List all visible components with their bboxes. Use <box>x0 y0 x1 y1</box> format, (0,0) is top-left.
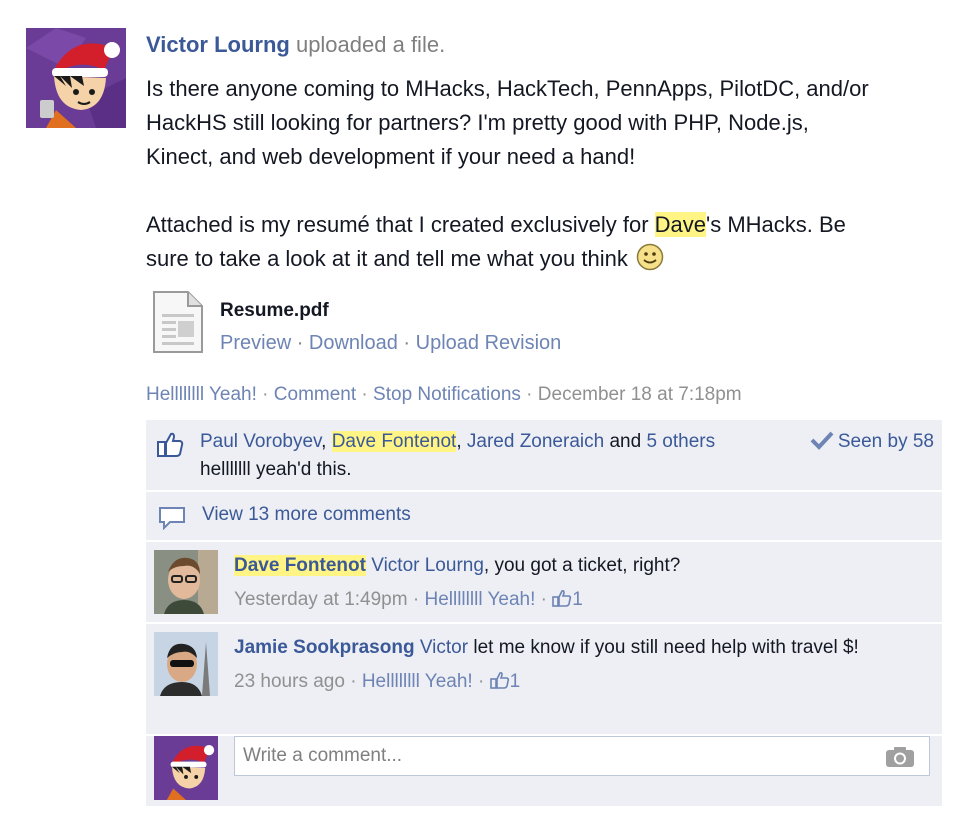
post-timestamp[interactable]: December 18 at 7:18pm <box>538 384 742 405</box>
comment-timestamp[interactable]: Yesterday at 1:49pm <box>234 589 408 610</box>
post-message: Is there anyone coming to MHacks, HackTe… <box>146 72 954 276</box>
feedback-panel: Paul Vorobyev, Dave Fontenot, Jared Zone… <box>146 420 942 806</box>
view-more-comments-link[interactable]: View 13 more comments <box>202 504 411 526</box>
thumbs-up-icon <box>157 432 184 457</box>
commenter-avatar[interactable] <box>154 550 218 614</box>
comment-item: Dave Fontenot Victor Lourng, you got a t… <box>146 542 942 624</box>
current-user-avatar[interactable] <box>154 736 218 800</box>
highlighted-mention: Dave <box>654 212 707 237</box>
comment-item: Jamie Sookprasong Victor let me know if … <box>146 624 942 736</box>
mention-link[interactable]: Victor Lourng <box>371 555 484 576</box>
post-text-line: HackHS still looking for partners? I'm p… <box>146 110 809 135</box>
comment-timestamp[interactable]: 23 hours ago <box>234 671 345 692</box>
comment-meta: 23 hours ago · Hellllllll Yeah! · 1 <box>234 671 521 692</box>
liker-link[interactable]: Jared Zoneraich <box>467 431 604 452</box>
liker-link[interactable]: Paul Vorobyev <box>200 431 321 452</box>
smiley-emoticon-icon <box>636 243 664 271</box>
comment-input[interactable] <box>235 737 891 775</box>
liker-link[interactable]: Dave Fontenot <box>331 431 457 452</box>
upload-revision-link[interactable]: Upload Revision <box>416 332 562 354</box>
post-action-text: uploaded a file. <box>295 32 446 57</box>
others-link[interactable]: 5 others <box>646 431 715 452</box>
preview-link[interactable]: Preview <box>220 332 291 354</box>
post-actions: Hellllllll Yeah! · Comment · Stop Notifi… <box>146 384 742 405</box>
stop-notifications-link[interactable]: Stop Notifications <box>373 384 521 405</box>
post-text-line: sure to take a look at it and tell me wh… <box>146 242 954 276</box>
comment-body: Jamie Sookprasong Victor let me know if … <box>234 634 914 696</box>
comment-meta: Yesterday at 1:49pm · Hellllllll Yeah! ·… <box>234 589 583 610</box>
comment-like-link[interactable]: Hellllllll Yeah! <box>424 589 535 610</box>
file-actions: Preview · Download · Upload Revision <box>220 332 562 354</box>
camera-icon[interactable] <box>885 746 915 768</box>
write-comment-row <box>146 736 942 806</box>
seen-by[interactable]: Seen by 58 <box>810 428 934 456</box>
view-more-comments[interactable]: View 13 more comments <box>146 492 942 542</box>
mention-link[interactable]: Victor <box>420 637 468 658</box>
post-text-line: Is there anyone coming to MHacks, HackTe… <box>146 76 869 101</box>
author-avatar[interactable] <box>26 28 126 128</box>
comment-body: Dave Fontenot Victor Lourng, you got a t… <box>234 552 914 614</box>
likes-summary: Paul Vorobyev, Dave Fontenot, Jared Zone… <box>146 420 942 492</box>
commenter-avatar[interactable] <box>154 632 218 696</box>
file-name[interactable]: Resume.pdf <box>220 300 329 322</box>
post-header: Victor Lourng uploaded a file. <box>146 32 445 58</box>
thumbs-up-icon <box>552 589 572 607</box>
document-file-icon[interactable] <box>152 290 204 354</box>
comment-like-count[interactable]: 1 <box>510 671 521 692</box>
comment-author-link[interactable]: Dave Fontenot <box>234 555 366 576</box>
comment-like-link[interactable]: Hellllllll Yeah! <box>362 671 473 692</box>
likes-text: Paul Vorobyev, Dave Fontenot, Jared Zone… <box>200 431 716 480</box>
download-link[interactable]: Download <box>309 332 398 354</box>
comment-link[interactable]: Comment <box>274 384 356 405</box>
comment-bubble-icon <box>159 507 185 530</box>
comment-author-link[interactable]: Jamie Sookprasong <box>234 637 415 658</box>
checkmark-icon <box>810 431 834 450</box>
author-name-link[interactable]: Victor Lourng <box>146 32 290 57</box>
post-text-line: Attached is my resumé that I created exc… <box>146 212 846 237</box>
like-link[interactable]: Hellllllll Yeah! <box>146 384 257 405</box>
comment-like-count[interactable]: 1 <box>572 589 583 610</box>
thumbs-up-icon <box>489 671 509 689</box>
post-text-line: Kinect, and web development if your need… <box>146 144 636 169</box>
comment-input-box <box>234 736 930 776</box>
